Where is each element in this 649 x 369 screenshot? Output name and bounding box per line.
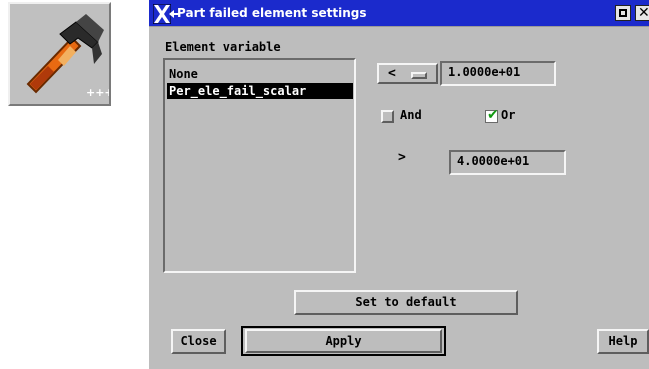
and-checkbox[interactable] — [381, 110, 394, 123]
checkmark-icon: ✔ — [487, 107, 499, 123]
option-menu-indicator-icon — [411, 72, 427, 79]
apply-button-default-frame: Apply — [241, 326, 446, 356]
and-label: And — [400, 108, 422, 122]
title-bar[interactable]: Part failed element settings ✕ — [149, 0, 649, 27]
list-item[interactable]: None — [167, 66, 200, 82]
operator-option-menu[interactable]: < — [377, 63, 438, 84]
window-close-button[interactable]: ✕ — [635, 5, 649, 21]
part-fail-tool-button[interactable]: +++ — [8, 2, 111, 106]
lower-value-input[interactable]: 1.0000e+01 — [440, 61, 556, 86]
maximize-button[interactable] — [615, 5, 631, 21]
or-label: Or — [501, 108, 516, 122]
list-item-selected[interactable]: Per_ele_fail_scalar — [167, 83, 353, 99]
upper-value-input[interactable]: 4.0000e+01 — [449, 150, 566, 175]
close-button[interactable]: Close — [171, 329, 226, 354]
element-variable-label: Element variable — [165, 40, 281, 54]
hammer-icon: +++ — [26, 14, 109, 99]
close-icon: ✕ — [638, 5, 649, 21]
element-variable-list[interactable]: None Per_ele_fail_scalar — [163, 58, 356, 273]
part-failed-element-dialog: Part failed element settings ✕ Element v… — [149, 0, 649, 369]
or-checkbox[interactable]: ✔ — [485, 107, 499, 123]
set-to-default-button[interactable]: Set to default — [294, 290, 518, 315]
upper-operator-label: > — [398, 150, 406, 165]
plus-badge: +++ — [86, 86, 109, 99]
help-button[interactable]: Help — [597, 329, 649, 354]
operator-label: < — [388, 66, 396, 81]
apply-button[interactable]: Apply — [245, 329, 442, 353]
window-title: Part failed element settings — [177, 6, 367, 20]
